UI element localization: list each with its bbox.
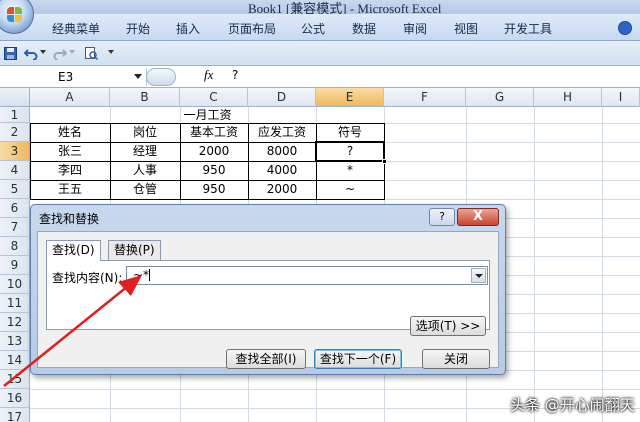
fill-handle[interactable] bbox=[382, 159, 387, 164]
gridline bbox=[602, 107, 603, 422]
insert-function-icon[interactable]: fx bbox=[204, 67, 213, 83]
table-cell[interactable]: 950 bbox=[180, 161, 248, 180]
text-cursor bbox=[149, 269, 151, 281]
row-header-14[interactable]: 14 bbox=[0, 351, 30, 370]
chevron-down-icon[interactable] bbox=[471, 268, 486, 283]
formula-bar: E3 fx ? bbox=[0, 66, 640, 88]
row-header-9[interactable]: 9 bbox=[0, 256, 30, 275]
select-all-corner[interactable] bbox=[0, 88, 30, 107]
undo-icon[interactable] bbox=[24, 47, 38, 60]
title-bar: Book1 [兼容模式] - Microsoft Excel bbox=[0, 0, 640, 16]
chevron-down-icon[interactable] bbox=[134, 74, 142, 79]
table-cell[interactable]: 2000 bbox=[248, 180, 316, 199]
tab-data[interactable]: 数据 bbox=[352, 20, 376, 37]
row-header-13[interactable]: 13 bbox=[0, 332, 30, 351]
tab-developer[interactable]: 开发工具 bbox=[504, 20, 552, 37]
row-header-8[interactable]: 8 bbox=[0, 237, 30, 256]
tab-page-layout[interactable]: 页面布局 bbox=[228, 20, 276, 37]
dialog-title: 查找和替换 bbox=[39, 212, 100, 226]
row-header-15[interactable]: 15 bbox=[0, 370, 30, 389]
row-header-3[interactable]: 3 bbox=[0, 142, 30, 161]
dialog-body: 查找(D) 替换(P) 查找内容(N): ~* 选项(T) >> 查找全部(I)… bbox=[37, 231, 499, 369]
row-header-17[interactable]: 17 bbox=[0, 408, 30, 422]
undo-dropdown-icon[interactable] bbox=[40, 50, 46, 54]
ribbon-help-icon[interactable] bbox=[618, 21, 632, 35]
name-box-value: E3 bbox=[58, 70, 74, 84]
table-cell[interactable]: 张三 bbox=[30, 142, 110, 161]
table-cell[interactable]: 8000 bbox=[248, 142, 316, 161]
table-cell[interactable]: 李四 bbox=[30, 161, 110, 180]
close-button[interactable]: 关闭 bbox=[422, 349, 490, 369]
column-header-h[interactable]: H bbox=[534, 88, 602, 107]
column-header-i[interactable]: I bbox=[602, 88, 640, 107]
find-all-button[interactable]: 查找全部(I) bbox=[226, 349, 306, 369]
tab-home[interactable]: 开始 bbox=[126, 20, 150, 37]
dialog-close-icon[interactable]: X bbox=[457, 208, 499, 226]
table-header-cell[interactable]: 应发工资 bbox=[248, 123, 316, 142]
active-cell-e3[interactable] bbox=[315, 141, 385, 162]
row-header-16[interactable]: 16 bbox=[0, 389, 30, 408]
column-header-d[interactable]: D bbox=[248, 88, 316, 107]
row-header-5[interactable]: 5 bbox=[0, 180, 30, 199]
find-what-value: ~* bbox=[133, 268, 150, 282]
find-what-input[interactable]: ~* bbox=[126, 266, 488, 285]
column-header-a[interactable]: A bbox=[30, 88, 110, 107]
quick-access-toolbar bbox=[0, 41, 640, 66]
find-replace-dialog: 查找和替换 ? X 查找(D) 替换(P) 查找内容(N): ~* 选项(T) … bbox=[30, 204, 506, 375]
table-cell[interactable]: 人事 bbox=[110, 161, 180, 180]
find-what-label: 查找内容(N): bbox=[52, 271, 123, 285]
column-header-e[interactable]: E bbox=[316, 88, 384, 107]
row-header-7[interactable]: 7 bbox=[0, 218, 30, 237]
table-header-cell[interactable]: 基本工资 bbox=[180, 123, 248, 142]
customize-icon[interactable] bbox=[108, 50, 114, 54]
table-cell[interactable]: * bbox=[316, 161, 384, 180]
tab-classic-menu[interactable]: 经典菜单 bbox=[52, 20, 100, 37]
formula-bar-expander[interactable] bbox=[146, 68, 176, 86]
table-header-cell[interactable]: 符号 bbox=[316, 123, 384, 142]
options-button[interactable]: 选项(T) >> bbox=[410, 316, 486, 336]
dialog-help-button[interactable]: ? bbox=[429, 208, 455, 226]
redo-icon[interactable] bbox=[53, 47, 67, 60]
column-header-g[interactable]: G bbox=[466, 88, 534, 107]
table-cell[interactable]: 经理 bbox=[110, 142, 180, 161]
redo-dropdown-icon[interactable] bbox=[69, 50, 75, 54]
row-header-1[interactable]: 1 bbox=[0, 107, 30, 123]
table-cell[interactable]: 2000 bbox=[180, 142, 248, 161]
table-cell[interactable]: 王五 bbox=[30, 180, 110, 199]
row-header-2[interactable]: 2 bbox=[0, 123, 30, 142]
table-cell[interactable]: ~ bbox=[316, 180, 384, 199]
table-cell[interactable]: 仓管 bbox=[110, 180, 180, 199]
tab-view[interactable]: 视图 bbox=[454, 20, 478, 37]
table-cell[interactable]: 950 bbox=[180, 180, 248, 199]
tab-formulas[interactable]: 公式 bbox=[301, 20, 325, 37]
column-header-b[interactable]: B bbox=[110, 88, 180, 107]
column-header-c[interactable]: C bbox=[180, 88, 248, 107]
tab-find[interactable]: 查找(D) bbox=[46, 240, 101, 261]
save-icon[interactable] bbox=[4, 47, 17, 60]
tab-review[interactable]: 审阅 bbox=[403, 20, 427, 37]
row-header-6[interactable]: 6 bbox=[0, 199, 30, 218]
ribbon-tabs: 经典菜单 开始 插入 页面布局 公式 数据 审阅 视图 开发工具 bbox=[0, 14, 640, 41]
row-header-10[interactable]: 10 bbox=[0, 275, 30, 294]
title-cell[interactable]: 一月工资 bbox=[30, 107, 385, 123]
name-box[interactable]: E3 bbox=[0, 68, 147, 86]
formula-input[interactable]: ? bbox=[232, 68, 238, 82]
gridline bbox=[534, 107, 535, 422]
gridline bbox=[30, 389, 640, 390]
column-header-f[interactable]: F bbox=[384, 88, 466, 107]
row-header-11[interactable]: 11 bbox=[0, 294, 30, 313]
table-header-cell[interactable]: 姓名 bbox=[30, 123, 110, 142]
tab-insert[interactable]: 插入 bbox=[176, 20, 200, 37]
office-logo-icon bbox=[7, 7, 23, 23]
table-header-cell[interactable]: 岗位 bbox=[110, 123, 180, 142]
tab-replace[interactable]: 替换(P) bbox=[108, 240, 161, 260]
watermark-text: 头条 @开心闹翻天 bbox=[510, 396, 635, 414]
row-header-12[interactable]: 12 bbox=[0, 313, 30, 332]
table-cell[interactable]: 4000 bbox=[248, 161, 316, 180]
find-next-button[interactable]: 查找下一个(F) bbox=[314, 349, 402, 369]
print-preview-icon[interactable] bbox=[84, 47, 98, 60]
row-header-4[interactable]: 4 bbox=[0, 161, 30, 180]
